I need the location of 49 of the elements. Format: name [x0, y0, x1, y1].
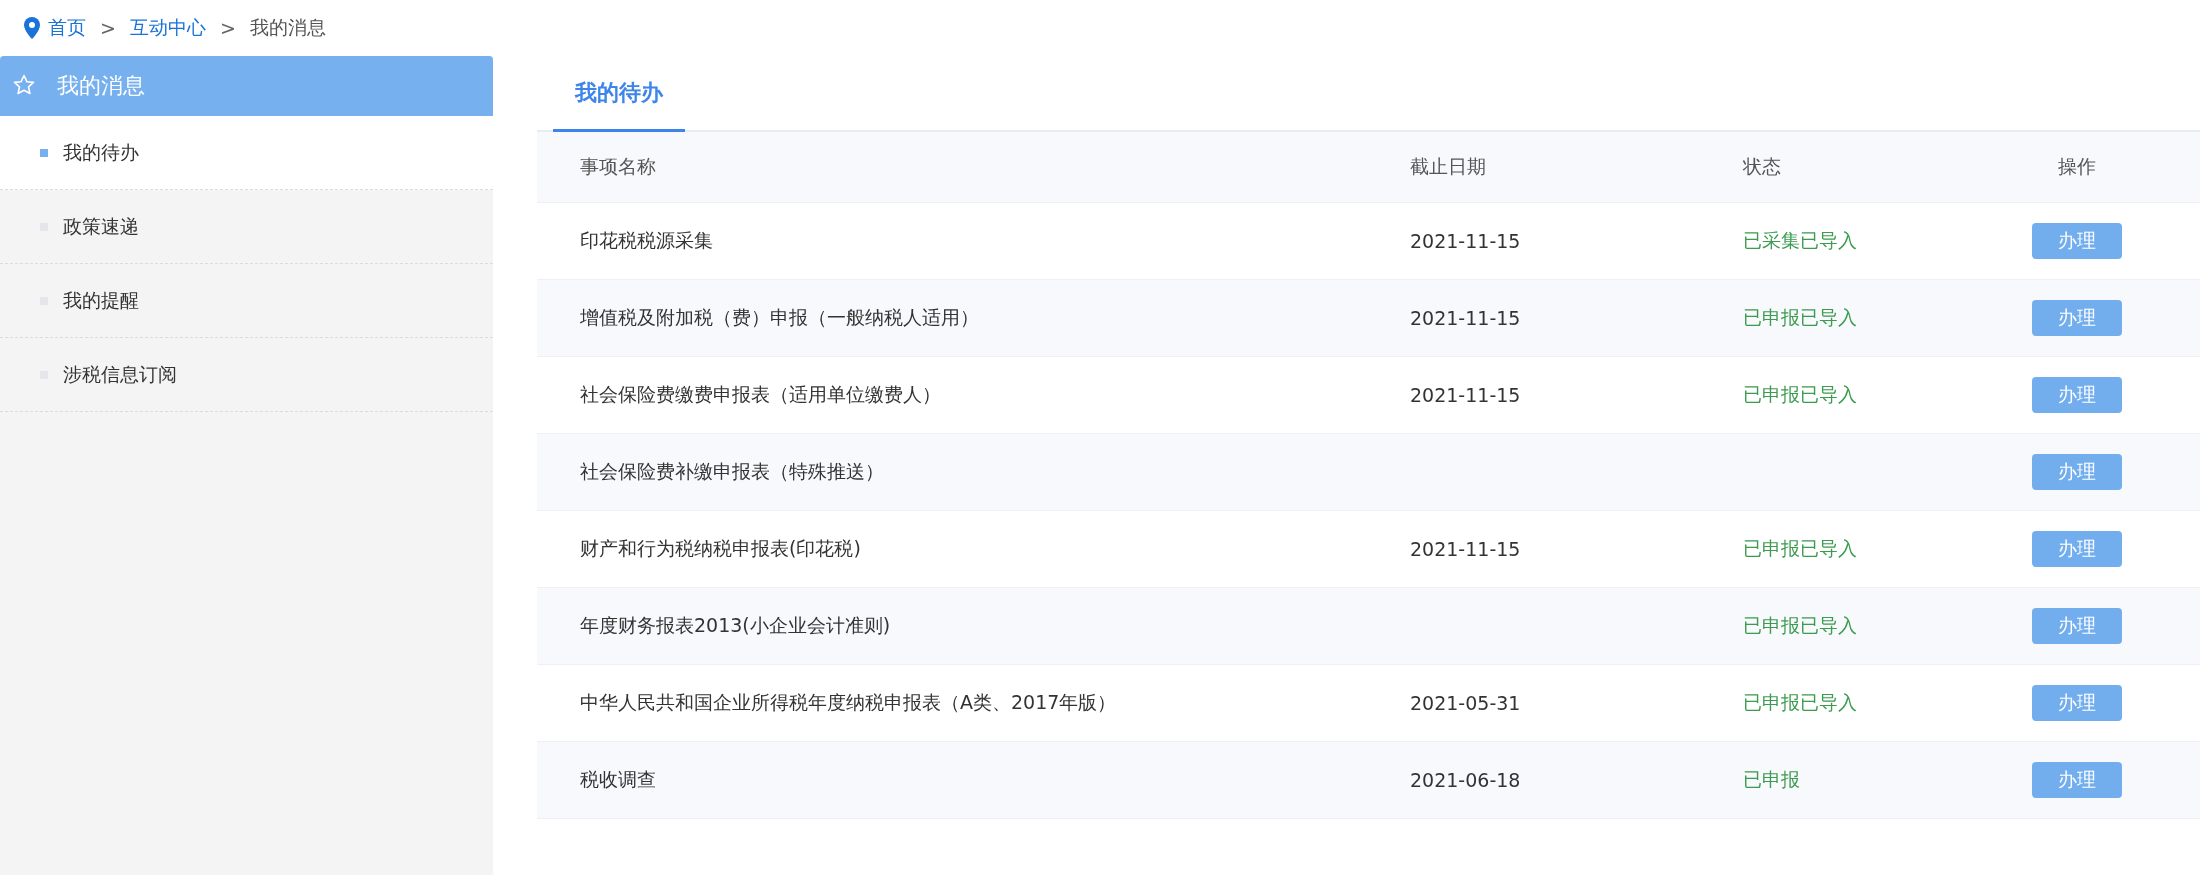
item-name: 社会保险费缴费申报表（适用单位缴费人）	[580, 383, 941, 405]
deadline-date: 2021-11-15	[1410, 384, 1521, 406]
sidebar-item-label: 我的待办	[63, 139, 139, 165]
status-text: 已采集已导入	[1743, 229, 1857, 251]
column-header: 截止日期	[1410, 155, 1486, 177]
item-name: 中华人民共和国企业所得税年度纳税申报表（A类、2017年版）	[580, 691, 1117, 713]
item-name: 年度财务报表2013(小企业会计准则)	[580, 614, 891, 636]
sidebar-item[interactable]: 我的待办	[0, 116, 493, 190]
status-text: 已申报已导入	[1743, 306, 1857, 328]
breadcrumb-current: 我的消息	[249, 15, 326, 40]
status-text: 已申报已导入	[1743, 383, 1857, 405]
sidebar-item[interactable]: 我的提醒	[0, 264, 493, 338]
handle-button[interactable]: 办理	[2032, 762, 2122, 798]
handle-button[interactable]: 办理	[2032, 454, 2122, 490]
handle-button[interactable]: 办理	[2032, 685, 2122, 721]
status-text: 已申报已导入	[1743, 614, 1857, 636]
handle-button[interactable]: 办理	[2032, 531, 2122, 567]
handle-button[interactable]: 办理	[2032, 300, 2122, 336]
sidebar-title: 我的消息	[57, 72, 145, 100]
deadline-date: 2021-11-15	[1410, 307, 1521, 329]
item-name: 印花税税源采集	[580, 229, 713, 251]
status-text: 已申报已导入	[1743, 691, 1857, 713]
breadcrumb-separator: >	[219, 17, 236, 39]
item-name: 增值税及附加税（费）申报（一般纳税人适用）	[580, 306, 979, 328]
sidebar-item[interactable]: 涉税信息订阅	[0, 338, 493, 412]
deadline-date: 2021-05-31	[1410, 692, 1521, 714]
status-text: 已申报已导入	[1743, 537, 1857, 559]
sidebar-item-label: 我的提醒	[63, 287, 139, 313]
sidebar-item-label: 涉税信息订阅	[63, 361, 177, 387]
item-name: 税收调查	[580, 768, 656, 790]
item-name: 财产和行为税纳税申报表(印花税)	[580, 537, 861, 559]
sidebar-item-label: 政策速递	[63, 213, 139, 239]
item-name: 社会保险费补缴申报表（特殊推送）	[580, 460, 884, 482]
deadline-date: 2021-11-15	[1410, 230, 1521, 252]
handle-button[interactable]: 办理	[2032, 377, 2122, 413]
sidebar-item[interactable]: 政策速递	[0, 190, 493, 264]
deadline-date: 2021-11-15	[1410, 538, 1521, 560]
bullet-icon	[40, 148, 48, 157]
column-header: 操作	[2058, 154, 2096, 179]
column-header: 事项名称	[580, 155, 656, 177]
handle-button[interactable]: 办理	[2032, 608, 2122, 644]
location-pin-icon	[22, 15, 42, 41]
deadline-date: 2021-06-18	[1410, 769, 1521, 791]
breadcrumb-separator: >	[100, 17, 116, 39]
breadcrumb-link[interactable]: 首页	[48, 15, 86, 41]
status-text: 已申报	[1743, 768, 1800, 790]
column-header: 状态	[1743, 155, 1781, 177]
breadcrumb-link[interactable]: 互动中心	[129, 15, 206, 41]
handle-button[interactable]: 办理	[2032, 223, 2122, 259]
